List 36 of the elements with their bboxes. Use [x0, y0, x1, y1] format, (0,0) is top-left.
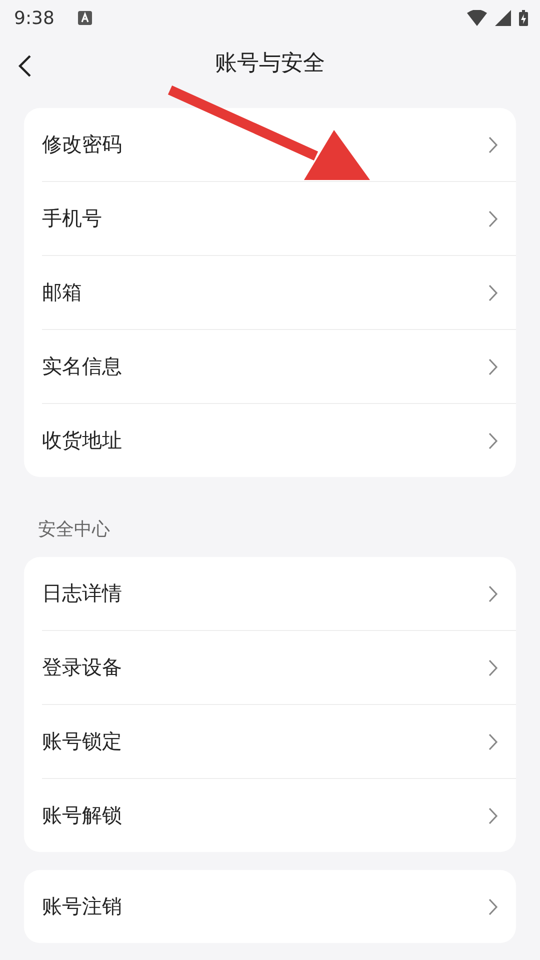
wifi-icon — [467, 10, 487, 26]
row-label: 账号锁定 — [42, 728, 122, 755]
chevron-right-icon — [488, 136, 498, 154]
battery-icon — [519, 10, 528, 26]
status-time: 9:38 — [14, 8, 54, 28]
signal-icon — [495, 10, 511, 26]
row-label: 实名信息 — [42, 353, 122, 380]
row-label: 收货地址 — [42, 427, 122, 454]
chevron-right-icon — [488, 358, 498, 376]
row-label: 邮箱 — [42, 279, 82, 306]
settings-row[interactable]: 账号锁定 — [42, 705, 516, 779]
settings-row[interactable]: 收货地址 — [42, 404, 516, 477]
settings-row[interactable]: 登录设备 — [42, 631, 516, 705]
chevron-right-icon — [488, 432, 498, 450]
settings-row[interactable]: 手机号 — [42, 182, 516, 256]
section-title: 安全中心 — [37, 518, 111, 542]
row-label: 登录设备 — [42, 654, 122, 681]
row-label: 日志详情 — [42, 580, 122, 607]
settings-row[interactable]: 账号注销 — [42, 870, 516, 943]
row-label: 手机号 — [42, 205, 102, 232]
chevron-right-icon — [488, 284, 498, 302]
chevron-right-icon — [488, 658, 498, 676]
settings-row[interactable]: 邮箱 — [42, 256, 516, 330]
chevron-right-icon — [488, 210, 498, 228]
row-label: 修改密码 — [42, 131, 122, 158]
chevron-right-icon — [488, 584, 498, 602]
row-label: 账号注销 — [42, 893, 122, 920]
settings-row[interactable]: 账号解锁 — [42, 779, 516, 852]
row-label: 账号解锁 — [42, 802, 122, 829]
chevron-right-icon — [488, 898, 498, 916]
chevron-right-icon — [488, 732, 498, 750]
settings-row[interactable]: 日志详情 — [42, 557, 516, 631]
page-title: 账号与安全 — [215, 50, 325, 78]
font-icon — [78, 11, 92, 25]
chevron-right-icon — [488, 806, 498, 824]
settings-row[interactable]: 实名信息 — [42, 330, 516, 404]
